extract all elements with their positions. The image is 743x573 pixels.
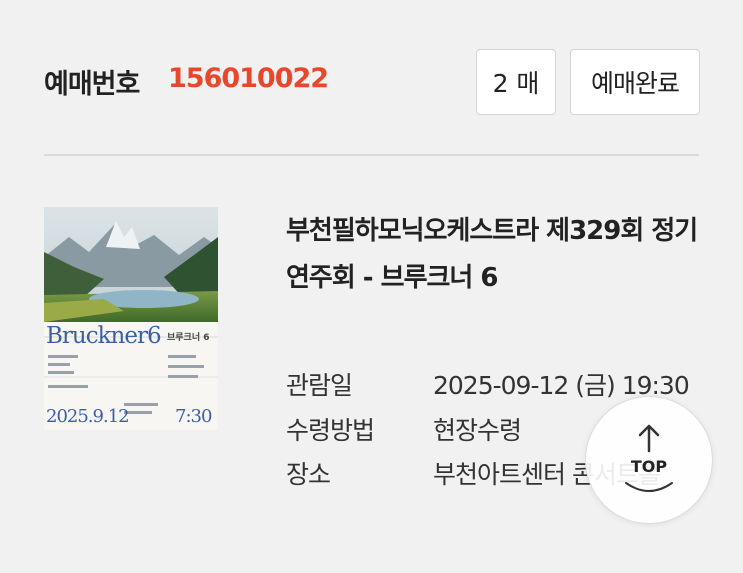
poster-subtitle: 브루크너 6 — [167, 333, 210, 343]
ticket-count-button[interactable]: 2 매 — [476, 49, 556, 115]
poster-brand: Bruckner6 — [46, 323, 162, 349]
poster-landscape-image — [44, 207, 218, 414]
top-label: TOP — [630, 457, 668, 476]
poster-date: 2025.9.12 — [46, 406, 130, 427]
scroll-top-button[interactable]: TOP — [585, 396, 713, 524]
detail-label-place: 장소 — [286, 460, 331, 489]
booking-number-label: 예매번호 — [44, 69, 140, 100]
detail-label-method: 수령방법 — [286, 416, 375, 445]
detail-value-method: 현장수령 — [433, 416, 522, 445]
detail-label-date: 관람일 — [286, 371, 353, 400]
event-title[interactable]: 부천필하모닉오케스트라 제329회 정기연주회 - 브루크너 6 — [286, 208, 716, 302]
booking-status-button[interactable]: 예매완료 — [570, 49, 700, 115]
poster-time: 7:30 — [175, 406, 212, 427]
divider — [44, 154, 699, 156]
booking-number: 156010022 — [168, 63, 329, 94]
event-poster[interactable]: Bruckner6 브루크너 6 2025.9.12 7:30 — [44, 207, 218, 430]
